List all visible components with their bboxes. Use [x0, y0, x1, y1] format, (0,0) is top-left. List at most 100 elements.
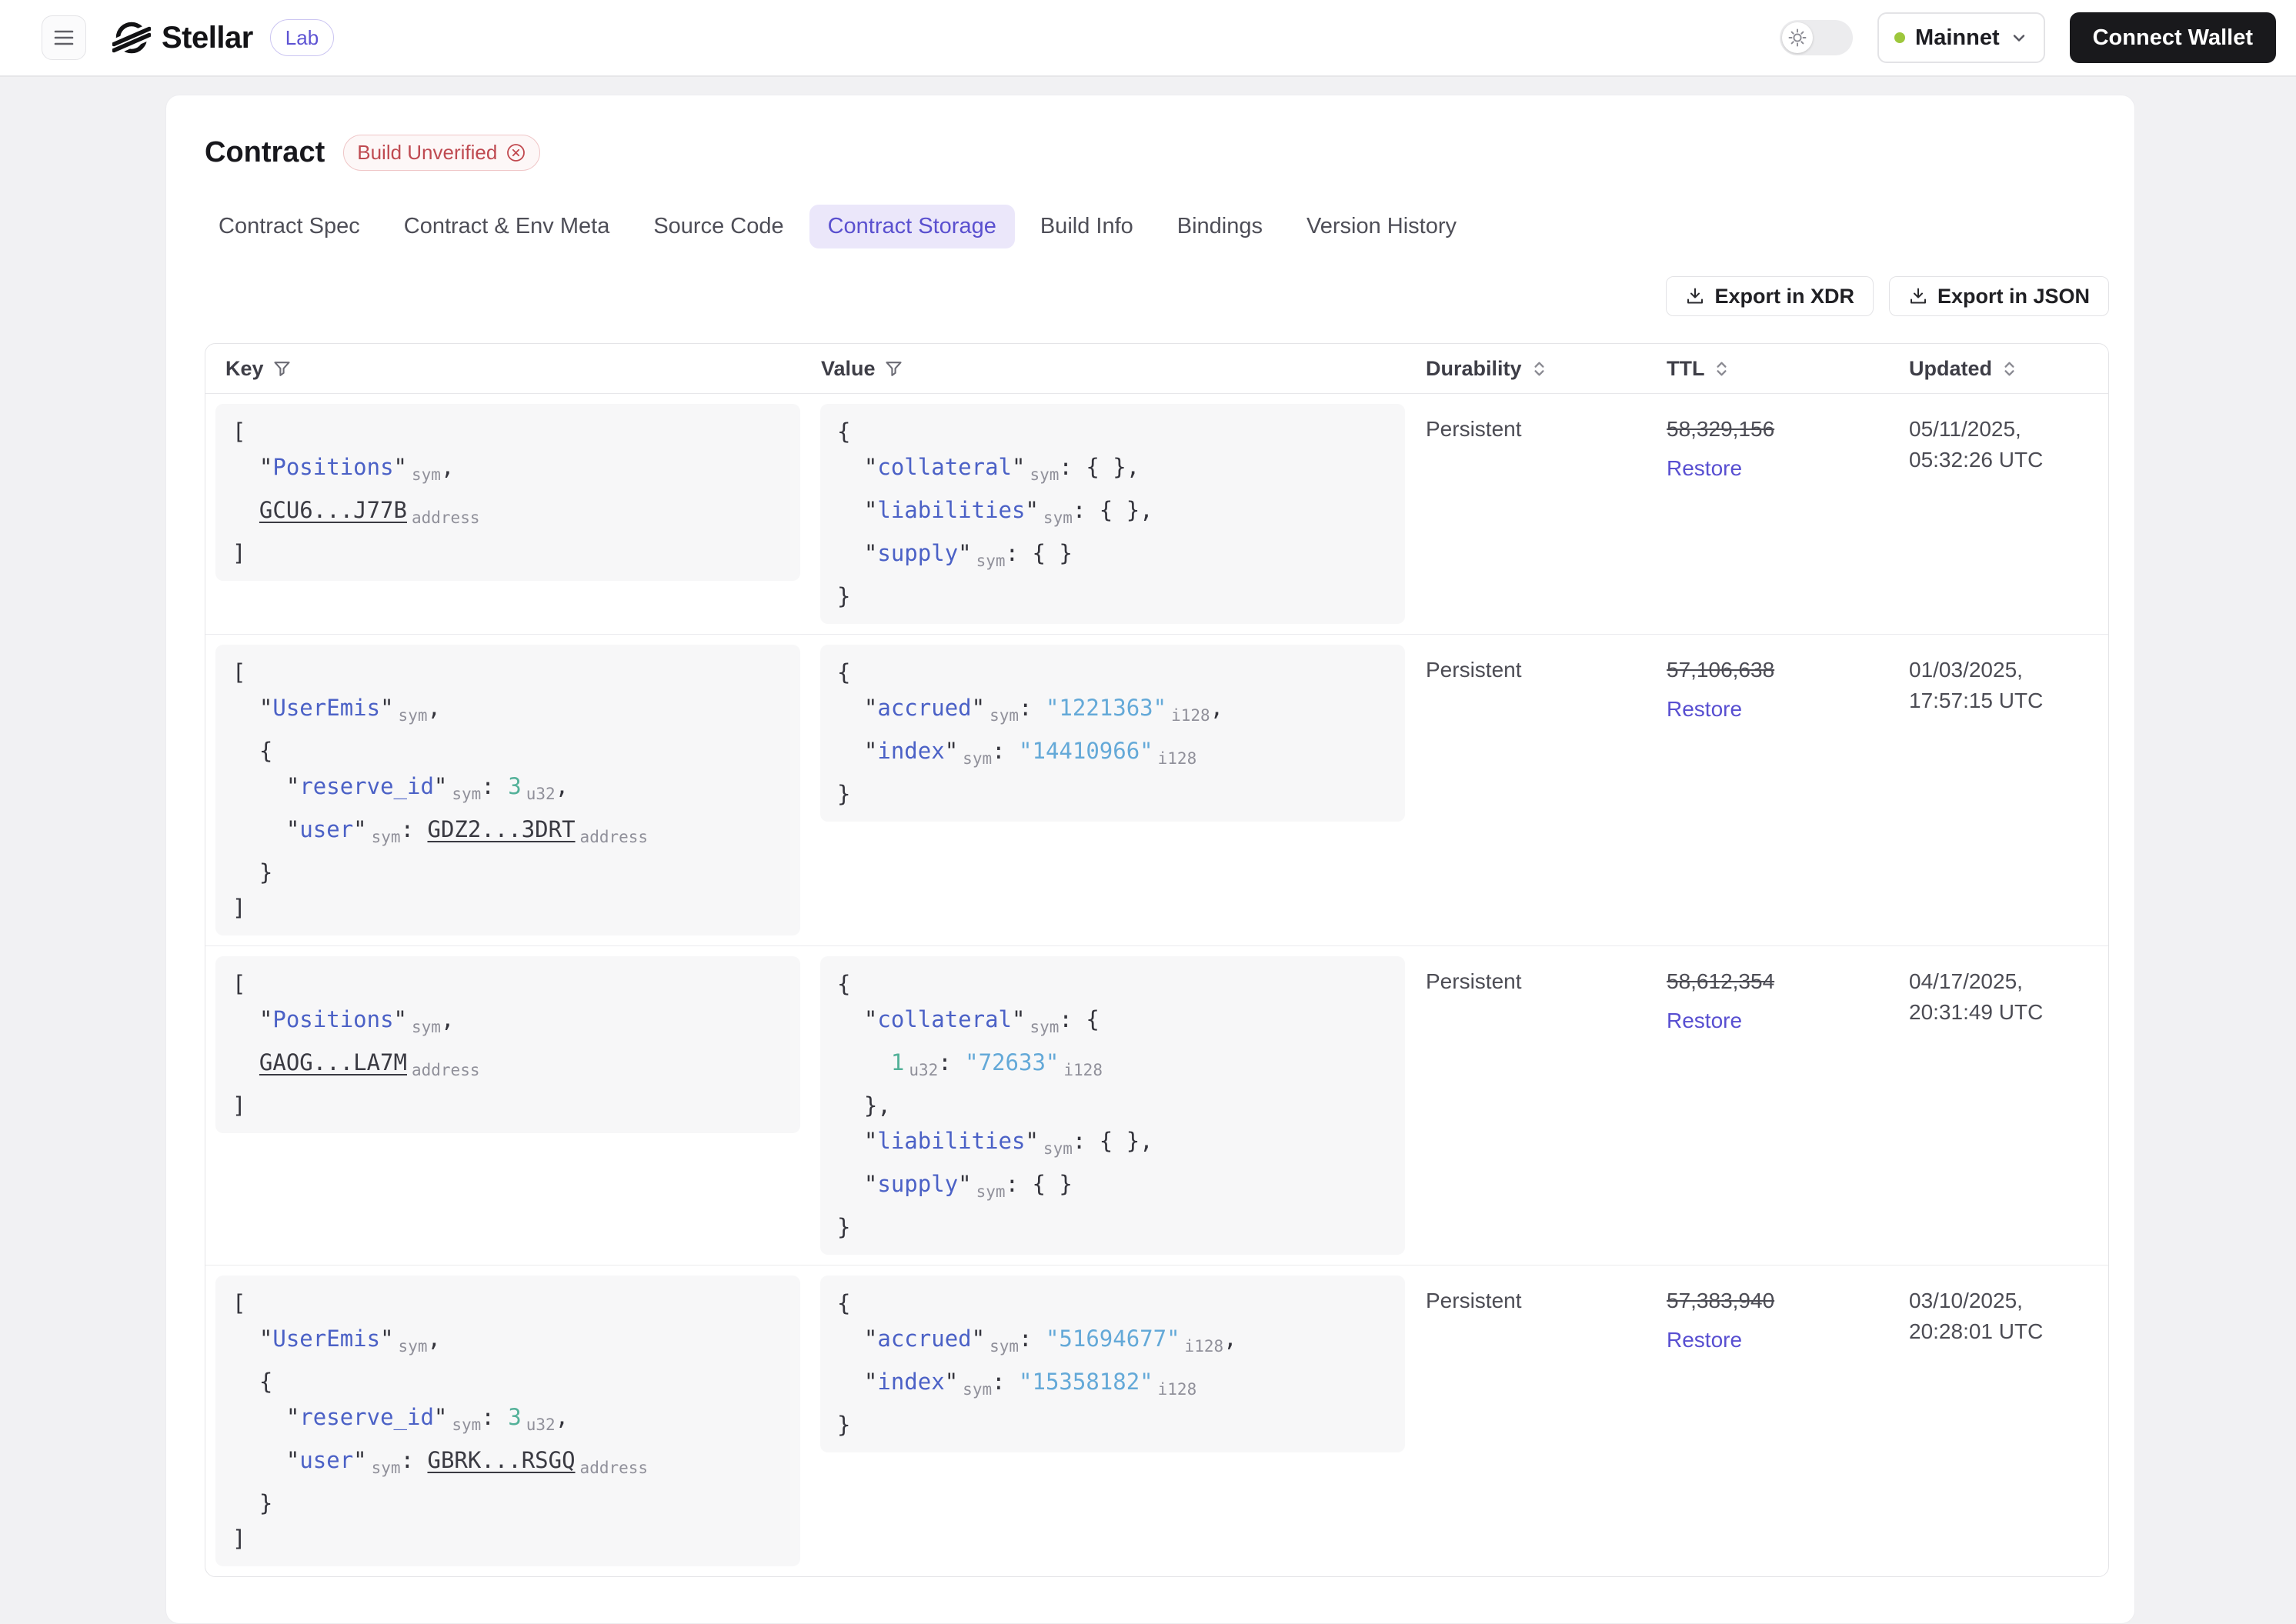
updated-cell: 01/03/2025, 17:57:15 UTC [1898, 635, 2108, 736]
value-cell: { "collateral" sym: { }, "liabilities" sym… [810, 394, 1415, 634]
build-unverified-label: Build Unverified [357, 141, 498, 164]
sort-icon[interactable] [1713, 360, 1730, 378]
updated-cell: 04/17/2025, 20:31:49 UTC [1898, 946, 2108, 1048]
updated-cell: 05/11/2025, 05:32:26 UTC [1898, 394, 2108, 495]
storage-key-code: [ "UserEmis" sym, { "reserve_id" sym: 3 u32… [215, 645, 800, 935]
tab-contract-spec[interactable]: Contract Spec [219, 205, 360, 248]
storage-value-code: { "accrued" sym: "1221363" i128, "index" sy… [820, 645, 1405, 822]
tab-contract-env-meta[interactable]: Contract & Env Meta [404, 205, 610, 248]
download-icon [1908, 286, 1928, 306]
export-xdr-button[interactable]: Export in XDR [1666, 276, 1874, 316]
tab-version-history[interactable]: Version History [1307, 205, 1457, 248]
updated-time: 20:28:01 UTC [1909, 1319, 2044, 1343]
network-select[interactable]: Mainnet [1877, 12, 2045, 63]
restore-link[interactable]: Restore [1667, 694, 1742, 725]
storage-table-body: [ "Positions" sym, GCU6...J77B address] { … [205, 394, 2108, 1576]
key-cell: [ "UserEmis" sym, { "reserve_id" sym: 3 u32… [205, 1266, 810, 1576]
build-unverified-badge: Build Unverified [343, 135, 541, 171]
storage-table-header: Key Value Durability TTL Updated [205, 344, 2108, 394]
updated-time: 17:57:15 UTC [1909, 689, 2044, 712]
contract-tabs: Contract Spec Contract & Env Meta Source C… [219, 205, 2109, 248]
restore-link[interactable]: Restore [1667, 1325, 1742, 1356]
storage-value-code: { "collateral" sym: { 1 u32: "72633" i128 }… [820, 956, 1405, 1255]
network-status-dot [1894, 32, 1906, 43]
key-cell: [ "Positions" sym, GCU6...J77B address] [205, 394, 810, 591]
tab-contract-storage[interactable]: Contract Storage [809, 205, 1015, 248]
durability-value: Persistent [1426, 417, 1522, 441]
ttl-cell: 57,106,638 Restore [1656, 635, 1898, 745]
key-cell: [ "Positions" sym, GAOG...LA7M address] [205, 946, 810, 1143]
tab-build-info[interactable]: Build Info [1040, 205, 1133, 248]
theme-toggle[interactable] [1780, 20, 1854, 55]
light-theme-knob [1782, 22, 1814, 53]
chevron-down-icon [2010, 28, 2028, 47]
ttl-cell: 57,383,940 Restore [1656, 1266, 1898, 1376]
page-title: Contract [205, 136, 325, 168]
filter-icon[interactable] [272, 359, 292, 378]
brand[interactable]: Stellar Lab [112, 18, 335, 57]
ttl-expired-value: 58,329,156 [1667, 417, 1775, 441]
durability-cell: Persistent [1415, 946, 1656, 1017]
hamburger-icon [52, 28, 75, 48]
brand-name: Stellar [162, 20, 253, 55]
filter-icon[interactable] [884, 359, 903, 378]
lab-badge: Lab [269, 19, 335, 56]
ttl-expired-value: 57,106,638 [1667, 658, 1775, 682]
ttl-cell: 58,329,156 Restore [1656, 394, 1898, 504]
download-icon [1685, 286, 1705, 306]
updated-date: 05/11/2025, [1909, 417, 2021, 441]
sort-icon[interactable] [1530, 360, 1548, 378]
storage-key-code: [ "Positions" sym, GCU6...J77B address] [215, 404, 800, 581]
restore-link[interactable]: Restore [1667, 1005, 1742, 1036]
storage-value-code: { "collateral" sym: { }, "liabilities" sym… [820, 404, 1405, 624]
top-bar: Stellar Lab Mainnet Connect Wallet [0, 0, 2296, 77]
storage-value-code: { "accrued" sym: "51694677" i128, "index" s… [820, 1276, 1405, 1452]
updated-time: 05:32:26 UTC [1909, 448, 2044, 472]
storage-table: Key Value Durability TTL Updated [ "Posi… [205, 343, 2109, 1577]
durability-cell: Persistent [1415, 394, 1656, 465]
address-link[interactable]: GDZ2...3DRT [427, 816, 575, 842]
column-header-ttl[interactable]: TTL [1656, 357, 1898, 381]
updated-date: 04/17/2025, [1909, 969, 2023, 993]
page: Contract Build Unverified Contract Spec C… [0, 77, 2296, 1624]
ttl-cell: 58,612,354 Restore [1656, 946, 1898, 1056]
column-header-durability[interactable]: Durability [1415, 357, 1656, 381]
address-link[interactable]: GCU6...J77B [259, 497, 407, 523]
address-link[interactable]: GBRK...RSGQ [427, 1447, 575, 1473]
durability-cell: Persistent [1415, 635, 1656, 705]
tab-bindings[interactable]: Bindings [1177, 205, 1263, 248]
table-row: [ "UserEmis" sym, { "reserve_id" sym: 3 u32… [205, 1266, 2108, 1576]
updated-date: 01/03/2025, [1909, 658, 2023, 682]
export-json-button[interactable]: Export in JSON [1888, 276, 2109, 316]
ttl-expired-value: 57,383,940 [1667, 1289, 1775, 1312]
value-cell: { "collateral" sym: { 1 u32: "72633" i128 }… [810, 946, 1415, 1265]
table-row: [ "Positions" sym, GAOG...LA7M address] { … [205, 946, 2108, 1266]
value-cell: { "accrued" sym: "51694677" i128, "index" s… [810, 1266, 1415, 1462]
durability-cell: Persistent [1415, 1266, 1656, 1336]
restore-link[interactable]: Restore [1667, 453, 1742, 484]
table-row: [ "Positions" sym, GCU6...J77B address] { … [205, 394, 2108, 635]
sun-icon [1787, 28, 1807, 48]
storage-key-code: [ "Positions" sym, GAOG...LA7M address] [215, 956, 800, 1133]
durability-value: Persistent [1426, 969, 1522, 993]
storage-key-code: [ "UserEmis" sym, { "reserve_id" sym: 3 u32… [215, 1276, 800, 1566]
tab-source-code[interactable]: Source Code [653, 205, 783, 248]
ttl-expired-value: 58,612,354 [1667, 969, 1775, 993]
sort-icon[interactable] [2001, 360, 2018, 378]
column-header-value[interactable]: Value [810, 357, 1415, 381]
updated-date: 03/10/2025, [1909, 1289, 2023, 1312]
table-row: [ "UserEmis" sym, { "reserve_id" sym: 3 u32… [205, 635, 2108, 946]
durability-value: Persistent [1426, 658, 1522, 682]
menu-button[interactable] [42, 15, 86, 60]
x-circle-icon[interactable] [506, 142, 526, 163]
connect-wallet-button[interactable]: Connect Wallet [2069, 12, 2276, 63]
address-link[interactable]: GAOG...LA7M [259, 1049, 407, 1075]
updated-cell: 03/10/2025, 20:28:01 UTC [1898, 1266, 2108, 1367]
network-label: Mainnet [1915, 25, 2000, 50]
top-bar-actions: Mainnet Connect Wallet [1780, 12, 2276, 63]
value-cell: { "accrued" sym: "1221363" i128, "index" sy… [810, 635, 1415, 832]
card-head: Contract Build Unverified [205, 95, 2109, 171]
column-header-key[interactable]: Key [205, 357, 810, 381]
updated-time: 20:31:49 UTC [1909, 1000, 2044, 1024]
column-header-updated[interactable]: Updated [1898, 357, 2108, 381]
